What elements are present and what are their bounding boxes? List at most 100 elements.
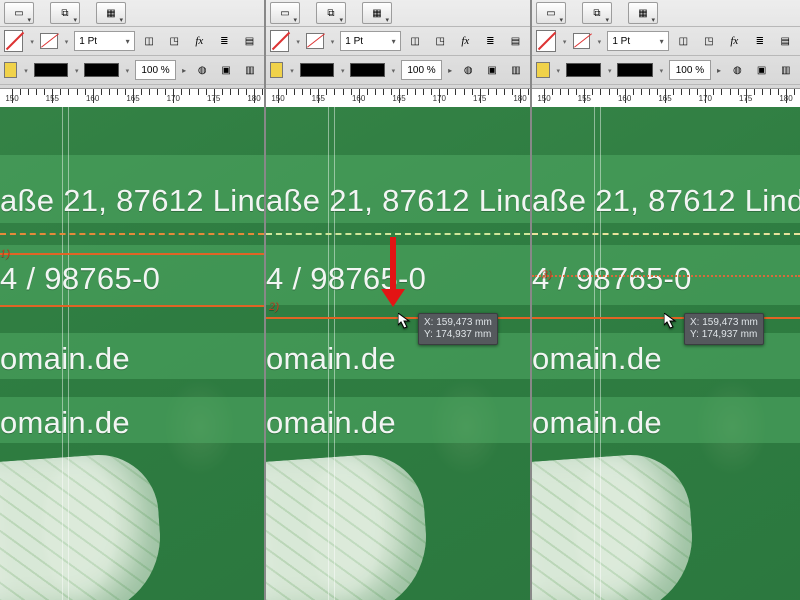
control-panel: ▭ ⧉ ▦ 1 Pt▾ ◫ ◳ fx ≣ ▤ xyxy=(0,0,264,88)
fill-dropdown-arrow[interactable] xyxy=(62,37,71,46)
background-photo-cloth xyxy=(532,451,697,600)
opacity-field[interactable]: 100 % xyxy=(669,60,711,80)
coordinate-tooltip: X: 159,473 mm Y: 174,937 mm xyxy=(418,313,498,345)
stroke-style-dropdown-arrow[interactable] xyxy=(605,66,613,75)
domain-text-2: omain.de xyxy=(532,405,662,441)
domain-text-2: omain.de xyxy=(266,405,396,441)
more-options-icon[interactable]: ▥ xyxy=(776,59,796,81)
horizontal-ruler[interactable]: 150155160165170175180 xyxy=(0,88,264,109)
fx-dropdown[interactable]: fx xyxy=(455,30,476,52)
opacity-stepper-icon[interactable]: ▸ xyxy=(715,66,723,75)
stroke-style-dropdown-arrow[interactable] xyxy=(72,66,80,75)
opacity-stepper-icon[interactable]: ▸ xyxy=(180,66,188,75)
view-mode-dropdown[interactable]: ▭ xyxy=(536,2,566,24)
document-canvas[interactable]: aße 21, 87612 Lind 4 / 98765-0 omain.de … xyxy=(0,107,264,600)
paragraph-align-icon[interactable]: ≣ xyxy=(749,30,770,52)
effects-drop-shadow-icon[interactable]: ◳ xyxy=(698,30,719,52)
opacity-field[interactable]: 100 % xyxy=(135,60,176,80)
stroke-style-2-dropdown-arrow[interactable] xyxy=(389,66,397,75)
arrange-dropdown[interactable]: ▦ xyxy=(362,2,392,24)
document-canvas[interactable]: aße 21, 87612 Linda 4 / 98765-0 omain.de… xyxy=(532,107,800,600)
screen-mode-dropdown[interactable]: ⧉ xyxy=(50,2,80,24)
opacity-value: 100 % xyxy=(676,65,704,76)
guide-solid-lower[interactable] xyxy=(0,305,264,307)
corner-options-icon[interactable]: ◫ xyxy=(139,30,160,52)
effects-drop-shadow-icon[interactable]: ◳ xyxy=(164,30,185,52)
view-mode-dropdown[interactable]: ▭ xyxy=(270,2,300,24)
stroke-color-swatch[interactable] xyxy=(536,30,556,52)
corner-options-icon[interactable]: ◫ xyxy=(673,30,694,52)
anchor-icon[interactable]: ▣ xyxy=(216,59,236,81)
stroke-style-preview[interactable] xyxy=(34,63,69,77)
fx-dropdown[interactable]: fx xyxy=(189,30,210,52)
screen-mode-dropdown[interactable]: ⧉ xyxy=(316,2,346,24)
view-mode-dropdown[interactable]: ▭ xyxy=(4,2,34,24)
guide-solid-upper[interactable] xyxy=(0,253,264,255)
stroke-style-2-dropdown-arrow[interactable] xyxy=(657,66,665,75)
fill-dropdown-arrow[interactable] xyxy=(594,37,603,46)
stroke-color-swatch[interactable] xyxy=(4,30,23,52)
wrap-around-icon[interactable]: ◍ xyxy=(727,59,747,81)
anchor-icon[interactable]: ▣ xyxy=(751,59,771,81)
stroke-style-preview-2[interactable] xyxy=(350,63,385,77)
stroke-color-swatch[interactable] xyxy=(270,30,289,52)
stroke-style-2-dropdown-arrow[interactable] xyxy=(123,66,131,75)
text-wrap-icon[interactable]: ▤ xyxy=(239,30,260,52)
paragraph-align-icon[interactable]: ≣ xyxy=(480,30,501,52)
opacity-field[interactable]: 100 % xyxy=(401,60,442,80)
guide-dashed[interactable] xyxy=(0,233,264,235)
wrap-around-icon[interactable]: ◍ xyxy=(192,59,212,81)
yellow-dropdown-arrow[interactable] xyxy=(21,66,29,75)
color-swatch-yellow[interactable] xyxy=(4,62,17,78)
yellow-dropdown-arrow[interactable] xyxy=(287,66,295,75)
guide-dotted[interactable] xyxy=(532,275,800,277)
swatch-dropdown-arrow[interactable] xyxy=(293,37,302,46)
coord-y-val: 174,937 mm xyxy=(436,329,492,340)
more-options-icon[interactable]: ▥ xyxy=(240,59,260,81)
text-wrap-icon[interactable]: ▤ xyxy=(505,30,526,52)
coord-x-val: 159,473 mm xyxy=(436,317,492,328)
horizontal-ruler[interactable]: 150155160165170175180 xyxy=(532,88,800,109)
corner-options-icon[interactable]: ◫ xyxy=(405,30,426,52)
paragraph-align-icon[interactable]: ≣ xyxy=(214,30,235,52)
background-photo-cloth xyxy=(0,451,165,600)
fill-none-swatch[interactable] xyxy=(573,33,591,49)
color-swatch-yellow[interactable] xyxy=(536,62,550,78)
stroke-style-preview-2[interactable] xyxy=(617,63,652,77)
stroke-weight-field[interactable]: 1 Pt▾ xyxy=(74,31,134,51)
stroke-style-preview-2[interactable] xyxy=(84,63,119,77)
horizontal-ruler[interactable]: 150155160165170175180 xyxy=(266,88,530,109)
color-swatch-yellow[interactable] xyxy=(270,62,283,78)
coord-x-label: X: xyxy=(690,317,699,328)
arrange-dropdown[interactable]: ▦ xyxy=(96,2,126,24)
document-canvas[interactable]: aße 21, 87612 Lind 4 / 98765-0 omain.de … xyxy=(266,107,530,600)
swatch-dropdown-arrow[interactable] xyxy=(560,37,569,46)
domain-text: omain.de xyxy=(266,341,396,377)
stroke-style-dropdown-arrow[interactable] xyxy=(338,66,346,75)
fill-none-swatch[interactable] xyxy=(40,33,58,49)
text-wrap-icon[interactable]: ▤ xyxy=(775,30,796,52)
cursor-with-coordinates: X: 159,473 mm Y: 174,937 mm xyxy=(398,313,498,345)
stroke-style-preview[interactable] xyxy=(300,63,335,77)
fill-dropdown-arrow[interactable] xyxy=(328,37,337,46)
stroke-weight-field[interactable]: 1 Pt▾ xyxy=(607,31,668,51)
wrap-around-icon[interactable]: ◍ xyxy=(458,59,478,81)
domain-text-2: omain.de xyxy=(0,405,130,441)
background-photo-cloth xyxy=(266,451,431,600)
stroke-weight-field[interactable]: 1 Pt▾ xyxy=(340,31,400,51)
address-text: aße 21, 87612 Linda xyxy=(532,183,800,219)
guide-dashed[interactable] xyxy=(532,233,800,235)
guide-dashed[interactable] xyxy=(266,233,530,235)
anchor-icon[interactable]: ▣ xyxy=(482,59,502,81)
stroke-style-preview[interactable] xyxy=(566,63,601,77)
coord-y-val: 174,937 mm xyxy=(702,329,758,340)
yellow-dropdown-arrow[interactable] xyxy=(554,66,562,75)
arrange-dropdown[interactable]: ▦ xyxy=(628,2,658,24)
opacity-stepper-icon[interactable]: ▸ xyxy=(446,66,454,75)
effects-drop-shadow-icon[interactable]: ◳ xyxy=(430,30,451,52)
screen-mode-dropdown[interactable]: ⧉ xyxy=(582,2,612,24)
swatch-dropdown-arrow[interactable] xyxy=(27,37,36,46)
fill-none-swatch[interactable] xyxy=(306,33,324,49)
more-options-icon[interactable]: ▥ xyxy=(506,59,526,81)
fx-dropdown[interactable]: fx xyxy=(724,30,745,52)
